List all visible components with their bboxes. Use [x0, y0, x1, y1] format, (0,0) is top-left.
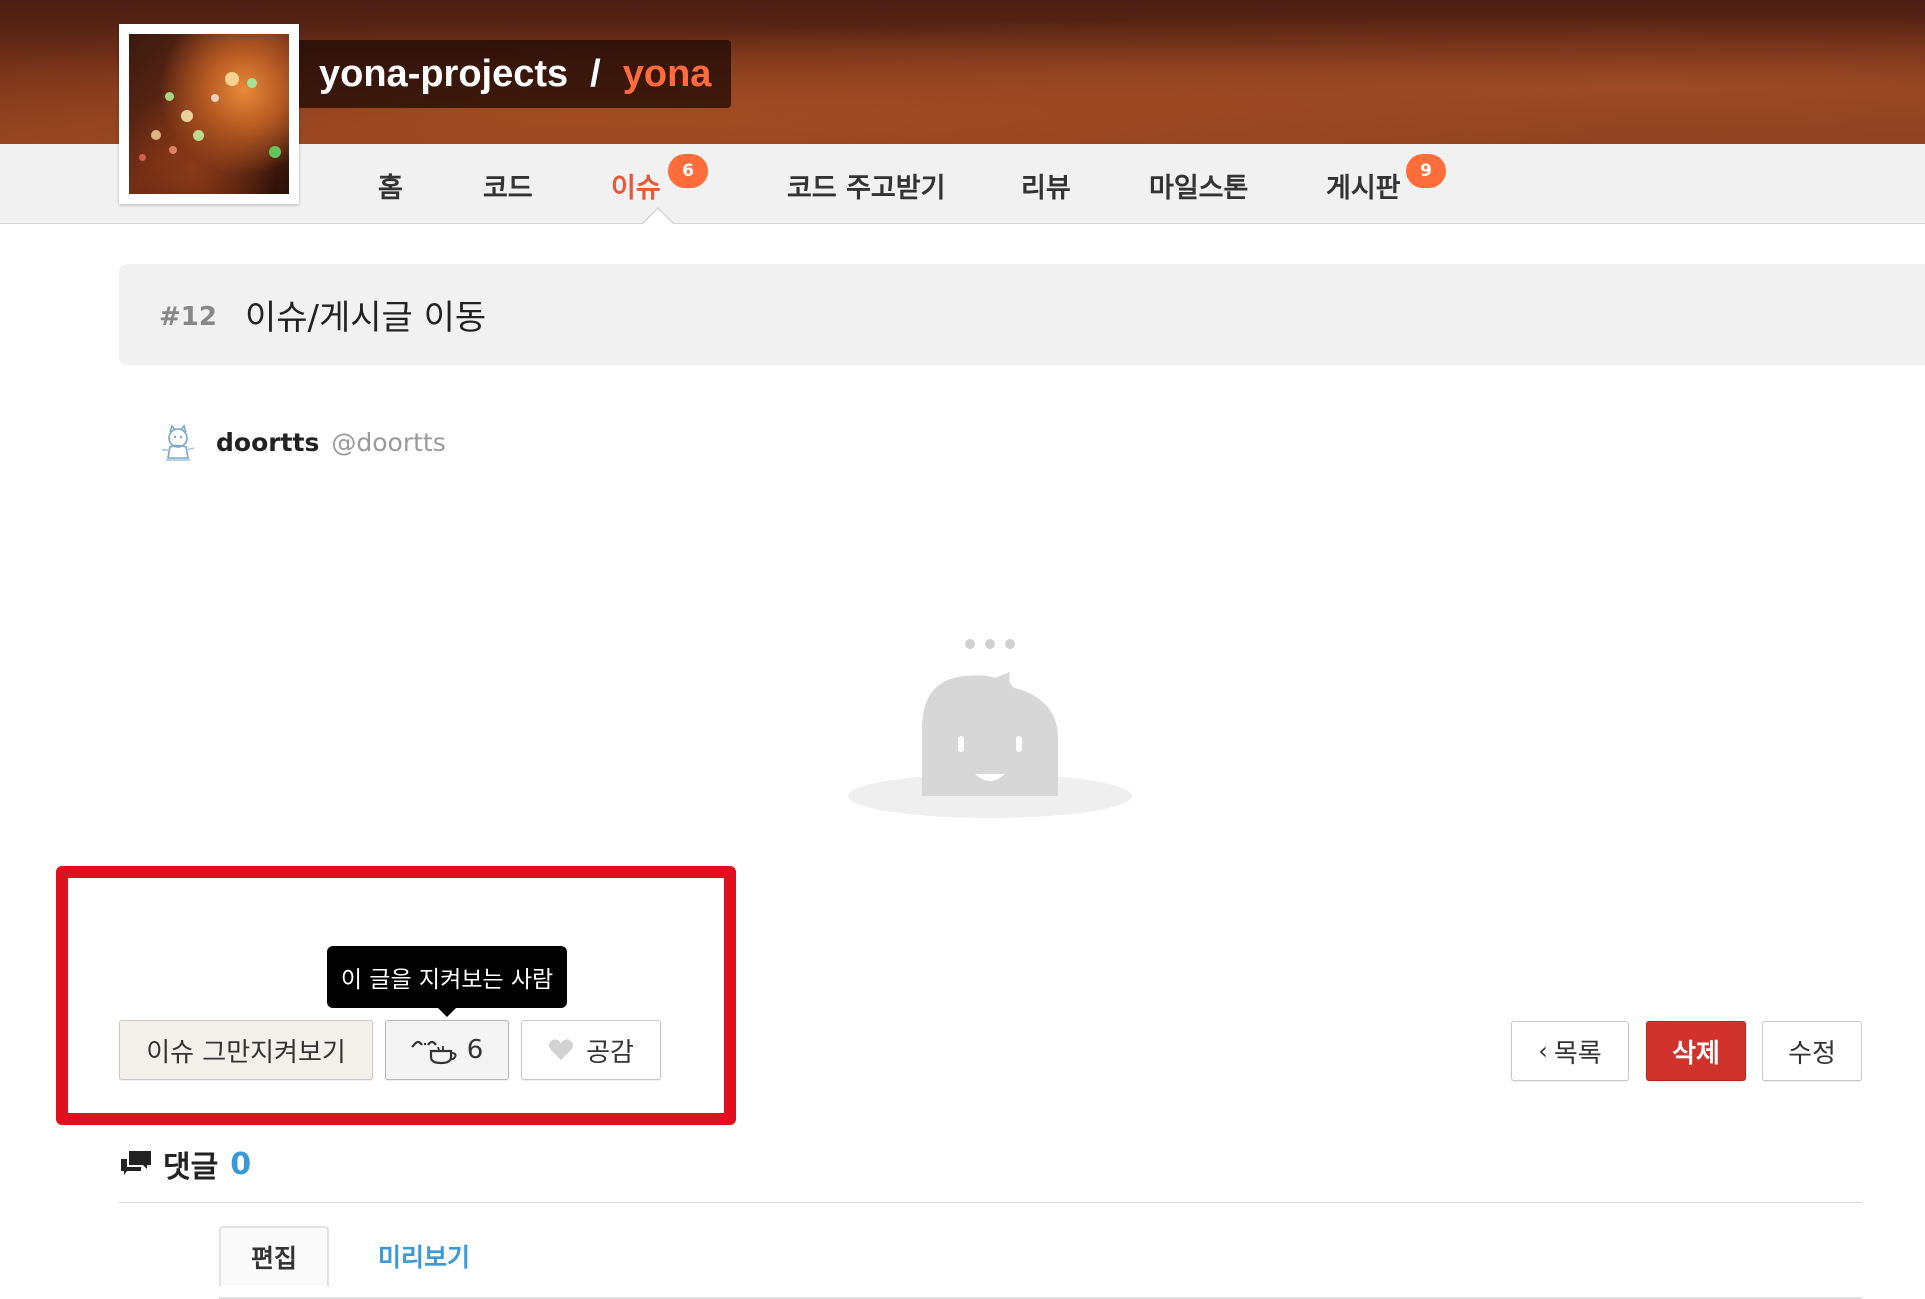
watchers-tooltip-arrow — [437, 1007, 457, 1017]
menu-item-milestones[interactable]: 마일스톤 — [1149, 166, 1248, 205]
unwatch-issue-button[interactable]: 이슈 그만지켜보기 — [119, 1020, 373, 1080]
project-logo[interactable] — [119, 24, 299, 204]
comments-divider — [119, 1202, 1862, 1203]
issue-header: #12 이슈/게시글 이동 — [119, 264, 1925, 365]
author-login[interactable]: @doortts — [331, 428, 445, 457]
project-owner-link[interactable]: yona-projects — [319, 53, 568, 96]
issue-author: doortts @doortts — [156, 420, 446, 464]
board-count-badge: 9 — [1406, 154, 1446, 188]
author-name[interactable]: doortts — [216, 428, 319, 457]
project-title: yona-projects / yona — [299, 40, 732, 108]
back-to-list-button[interactable]: ‹ 목록 — [1511, 1021, 1629, 1081]
active-menu-pointer — [643, 209, 673, 224]
like-button[interactable]: 공감 — [521, 1020, 661, 1080]
watchers-eyes-icon — [410, 1040, 457, 1065]
empty-content-mascot-icon — [848, 639, 1132, 818]
heart-icon — [549, 1039, 574, 1060]
issue-number: #12 — [159, 301, 217, 332]
path-separator: / — [590, 52, 601, 95]
issues-count-badge: 6 — [668, 154, 708, 188]
author-avatar-icon[interactable] — [156, 420, 200, 464]
watchers-button[interactable]: 6 — [385, 1020, 509, 1080]
project-logo-image — [129, 34, 289, 194]
project-repo-link[interactable]: yona — [623, 53, 712, 96]
comment-editor-tabs: 편집 미리보기 — [219, 1226, 1862, 1299]
edit-button[interactable]: 수정 — [1762, 1021, 1862, 1081]
comments-header: 댓글 0 — [119, 1142, 251, 1186]
menu-item-code[interactable]: 코드 — [483, 166, 533, 205]
comments-label: 댓글 — [163, 1150, 219, 1185]
delete-button[interactable]: 삭제 — [1646, 1021, 1746, 1081]
tab-edit[interactable]: 편집 — [219, 1226, 329, 1287]
menu-item-review[interactable]: 리뷰 — [1021, 166, 1071, 205]
menu-item-home[interactable]: 홈 — [378, 166, 403, 205]
menu-item-issues[interactable]: 이슈 — [611, 166, 661, 205]
comments-count: 0 — [230, 1146, 252, 1182]
list-label: 목록 — [1553, 1038, 1602, 1069]
watchers-count: 6 — [466, 1035, 484, 1065]
like-label: 공감 — [586, 1037, 634, 1068]
tab-preview[interactable]: 미리보기 — [349, 1226, 499, 1286]
menu-item-board[interactable]: 게시판 — [1326, 166, 1401, 205]
comments-icon — [121, 1151, 151, 1175]
menu-item-pull-requests[interactable]: 코드 주고받기 — [787, 166, 945, 205]
issue-title: 이슈/게시글 이동 — [244, 298, 487, 338]
chevron-left-icon: ‹ — [1538, 1037, 1548, 1065]
watchers-tooltip: 이 글을 지켜보는 사람 — [327, 946, 567, 1008]
